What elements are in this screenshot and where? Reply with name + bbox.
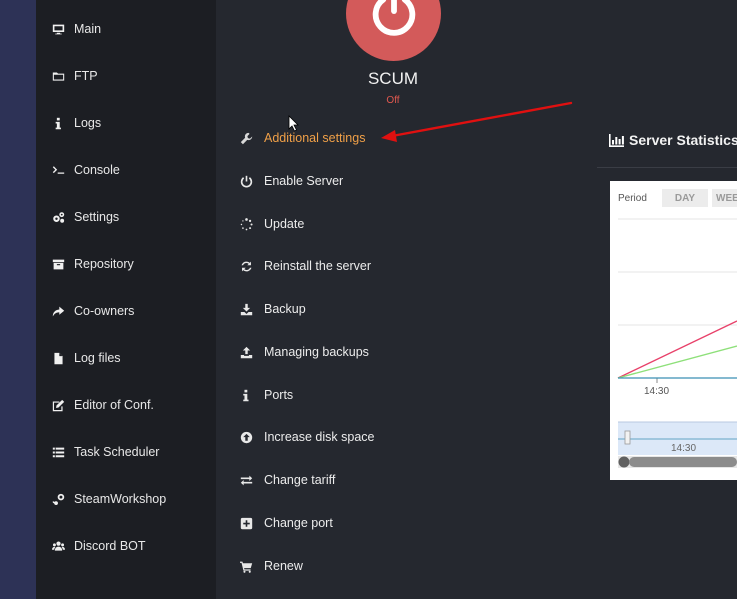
- action-label: Change tariff: [264, 473, 336, 487]
- action-additional-settings[interactable]: Additional settings: [240, 128, 365, 148]
- action-label: Enable Server: [264, 174, 344, 188]
- sidebar-item-discord-bot[interactable]: Discord BOT: [52, 535, 146, 557]
- action-ports[interactable]: Ports: [240, 385, 293, 405]
- navigator-tick-label: 14:30: [671, 443, 697, 454]
- sidebar-item-co-owners[interactable]: Co-owners: [52, 300, 134, 322]
- action-label: Ports: [264, 388, 294, 402]
- folder-icon: [52, 69, 74, 83]
- sidebar-item-task-scheduler[interactable]: Task Scheduler: [52, 441, 159, 463]
- sidebar-item-label: FTP: [74, 69, 98, 83]
- chart-navigator-handle[interactable]: [624, 430, 631, 445]
- sidebar-item-settings[interactable]: Settings: [52, 206, 119, 228]
- sidebar-item-label: Discord BOT: [74, 539, 146, 553]
- users-icon: [52, 539, 74, 553]
- list-icon: [52, 445, 74, 459]
- action-label: Reinstall the server: [264, 259, 371, 273]
- action-label: Managing backups: [264, 345, 369, 359]
- wrench-icon: [240, 132, 264, 145]
- cogs-icon: [52, 210, 74, 224]
- sidebar-item-label: Log files: [74, 351, 121, 365]
- sidebar-item-label: Main: [74, 22, 102, 36]
- action-label: Update: [264, 217, 305, 231]
- action-enable-server[interactable]: Enable Server: [240, 171, 343, 191]
- share-icon: [52, 304, 74, 318]
- archive-icon: [52, 257, 74, 271]
- period-button-week[interactable]: WEEK: [712, 189, 737, 207]
- sidebar-item-editor-of-conf[interactable]: Editor of Conf.: [52, 394, 154, 416]
- action-update[interactable]: Update: [240, 214, 304, 234]
- info-icon: [240, 389, 264, 402]
- edit-icon: [52, 398, 74, 412]
- plus-square-icon: [240, 517, 264, 530]
- info-icon: [52, 116, 74, 130]
- sidebar-item-label: Settings: [74, 210, 120, 224]
- monitor-icon: [52, 22, 74, 36]
- period-label: Period: [618, 193, 647, 204]
- sidebar-item-label: Co-owners: [74, 304, 135, 318]
- server-status: Off: [386, 95, 400, 106]
- bar-chart-icon: [609, 133, 624, 147]
- action-reinstall-server[interactable]: Reinstall the server: [240, 256, 371, 276]
- action-increase-disk-space[interactable]: Increase disk space: [240, 427, 374, 447]
- sidebar-item-label: Repository: [74, 257, 134, 271]
- sidebar-item-log-files[interactable]: Log files: [52, 347, 121, 369]
- spinner-icon: [240, 217, 264, 231]
- file-icon: [52, 351, 74, 365]
- chart-x-tick-label: 14:30: [644, 386, 670, 397]
- sidebar: Main FTP Logs Console Settings Repositor…: [36, 0, 216, 599]
- power-icon: [372, 0, 415, 36]
- sidebar-item-label: Task Scheduler: [74, 445, 160, 459]
- arrow-up-circle-icon: [240, 431, 264, 444]
- chart-series-line-green: [617, 345, 737, 379]
- stats-divider: [597, 167, 737, 168]
- sidebar-item-logs[interactable]: Logs: [52, 112, 101, 134]
- sidebar-item-label: Console: [74, 163, 120, 177]
- cart-icon: [240, 560, 264, 573]
- exchange-icon: [240, 474, 264, 487]
- period-button-day[interactable]: DAY: [662, 189, 708, 207]
- upload-icon: [240, 346, 264, 359]
- action-label: Change port: [264, 516, 333, 530]
- refresh-icon: [240, 260, 264, 273]
- sidebar-item-label: Logs: [74, 116, 102, 130]
- terminal-icon: [52, 163, 74, 177]
- action-label: Renew: [264, 559, 303, 573]
- power-icon: [240, 175, 264, 188]
- sidebar-item-ftp[interactable]: FTP: [52, 65, 98, 87]
- sidebar-item-label: SteamWorkshop: [74, 492, 167, 506]
- chart-series-line-red: [617, 320, 737, 379]
- server-name: SCUM: [367, 69, 419, 88]
- sidebar-item-console[interactable]: Console: [52, 159, 120, 181]
- action-backup[interactable]: Backup: [240, 299, 306, 319]
- chart-scrollbar-thumb[interactable]: [629, 457, 737, 467]
- action-managing-backups[interactable]: Managing backups: [240, 342, 369, 362]
- action-label: Backup: [264, 302, 306, 316]
- steam-icon: [52, 492, 74, 506]
- window-edge: [0, 0, 36, 599]
- stats-title: Server Statistics: [609, 131, 737, 149]
- chart-plot: [617, 218, 737, 468]
- action-change-port[interactable]: Change port: [240, 513, 333, 533]
- sidebar-item-steam-workshop[interactable]: SteamWorkshop: [52, 488, 166, 510]
- sidebar-item-label: Editor of Conf.: [74, 398, 154, 412]
- action-change-tariff[interactable]: Change tariff: [240, 470, 335, 490]
- action-label: Additional settings: [264, 131, 366, 145]
- stats-chart: Period DAY WEEK 14:30 14:30: [610, 181, 737, 480]
- sidebar-item-repository[interactable]: Repository: [52, 253, 134, 275]
- action-renew[interactable]: Renew: [240, 556, 303, 576]
- action-label: Increase disk space: [264, 430, 375, 444]
- chart-scrollbar-button[interactable]: [618, 456, 630, 468]
- sidebar-item-main[interactable]: Main: [52, 18, 101, 40]
- download-icon: [240, 303, 264, 316]
- stats-title-text: Server Statistics: [629, 132, 737, 148]
